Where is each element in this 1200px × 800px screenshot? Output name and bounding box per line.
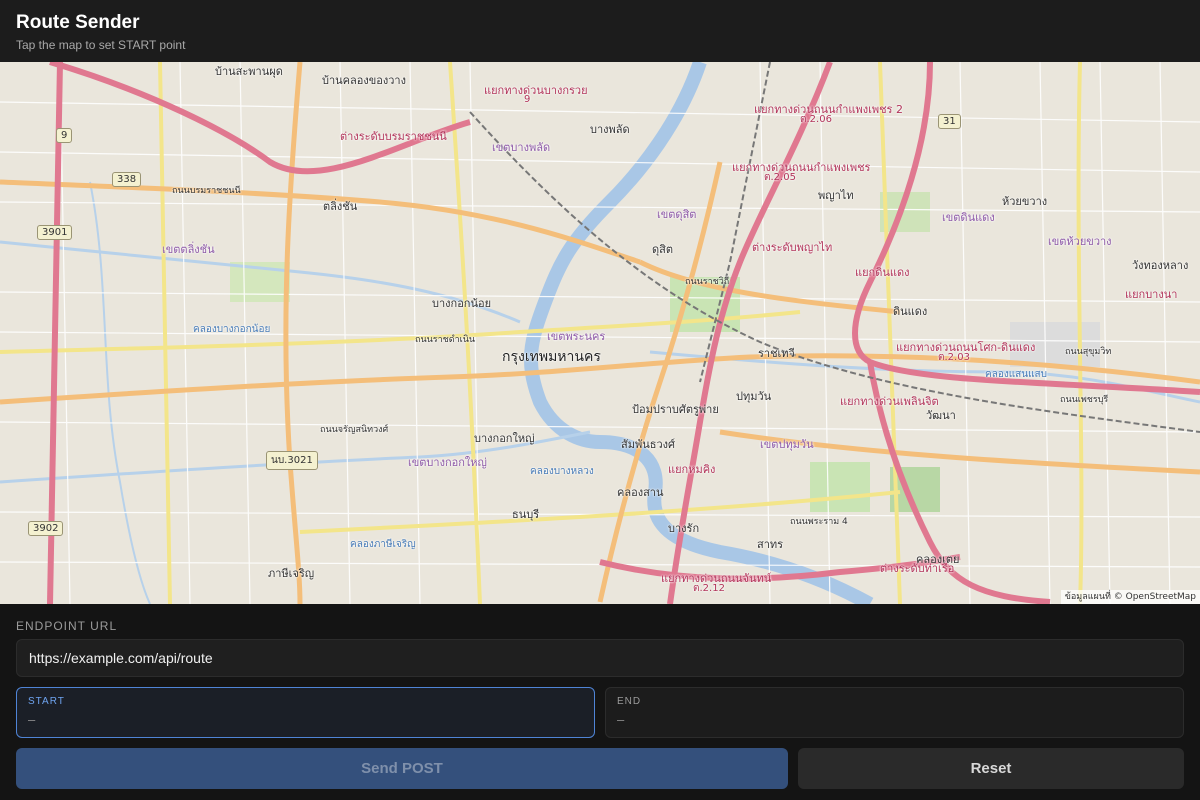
app-header: Route Sender Tap the map to set START po… <box>0 0 1200 62</box>
endpoint-label: ENDPOINT URL <box>16 619 118 633</box>
end-label: END <box>617 696 642 707</box>
end-point-box[interactable]: END – <box>605 687 1184 738</box>
airport-area <box>1010 322 1100 367</box>
route-shield: 9 <box>56 128 73 143</box>
send-post-button[interactable]: Send POST <box>16 748 788 789</box>
map-canvas[interactable]: กรุงเทพมหานคร บางพลัด พญาไท ห้วยขวาง ตลิ… <box>0 62 1200 604</box>
park-area <box>810 462 870 512</box>
end-value: – <box>617 712 625 727</box>
start-value: – <box>28 712 36 727</box>
instruction-text: Tap the map to set START point <box>16 38 186 52</box>
map-tiles <box>0 62 1200 604</box>
start-label: START <box>28 696 65 707</box>
route-shield: 338 <box>112 172 142 187</box>
start-point-box[interactable]: START – <box>16 687 595 738</box>
control-panel: ENDPOINT URL START – END – Send POST Res… <box>0 604 1200 800</box>
app-title: Route Sender <box>16 12 140 33</box>
reset-button[interactable]: Reset <box>798 748 1184 789</box>
route-shield: 31 <box>938 114 961 129</box>
route-shield: 3901 <box>37 225 73 240</box>
route-shield: นบ.3021 <box>266 451 318 470</box>
map-attribution[interactable]: ข้อมูลแผนที่ © OpenStreetMap <box>1060 590 1200 604</box>
endpoint-url-input[interactable] <box>16 639 1184 677</box>
route-shield: 3902 <box>28 521 64 536</box>
